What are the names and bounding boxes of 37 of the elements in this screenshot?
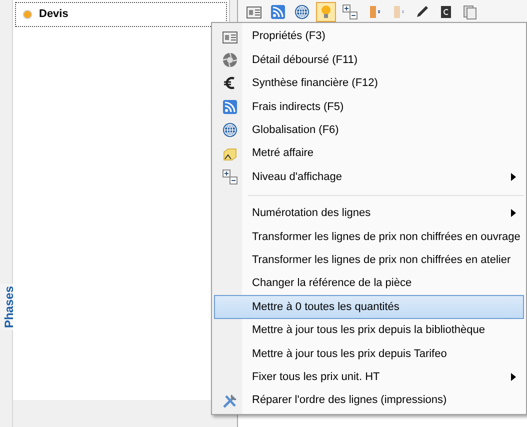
tools-icon: [222, 392, 238, 409]
expand-collapse-button[interactable]: [340, 2, 360, 22]
menu-item[interactable]: Metré affaire: [214, 142, 524, 166]
menu-item[interactable]: Détail déboursé (F11): [214, 48, 524, 72]
menu-item[interactable]: Numérotation des lignes: [214, 202, 524, 226]
menu-item[interactable]: Frais indirects (F5): [214, 95, 524, 119]
menu-item[interactable]: Transformer les lignes de prix non chiffrées en ouvrage: [214, 225, 524, 249]
menu-item[interactable]: Mettre à 0 toutes les quantités: [214, 295, 524, 319]
cube-icon: [222, 146, 238, 162]
menu-item[interactable]: Mettre à jour tous les prix depuis la bibliothèque: [214, 318, 524, 342]
globe-icon: [294, 4, 310, 20]
menu-item[interactable]: Réparer l'ordre des lignes (impressions): [214, 388, 524, 412]
menu-item[interactable]: Changer la référence de la pièce: [214, 272, 524, 296]
phases-tab[interactable]: Phases: [0, 284, 13, 330]
submenu-arrow-icon: [511, 373, 516, 381]
menu-item[interactable]: Synthèse financière (F12): [214, 72, 524, 96]
expand-collapse-icon: [222, 169, 238, 186]
menu-item[interactable]: Fixer tous les prix unit. HT: [214, 365, 524, 389]
submenu-arrow-icon: [511, 172, 516, 181]
euro-tile-icon: [438, 4, 454, 20]
globe-icon: [222, 122, 238, 138]
menu-item[interactable]: Globalisation (F6): [214, 118, 524, 142]
aperture-icon: [222, 52, 238, 68]
rss-icon: [270, 4, 286, 20]
menu-item[interactable]: Niveau d'affichage: [214, 165, 524, 189]
copy-icon: [462, 4, 478, 20]
menu-item[interactable]: Propriétés (F3): [214, 25, 524, 48]
light-bulb-button[interactable]: [316, 2, 336, 22]
status-dot-icon: [22, 8, 33, 20]
rss-icon: [222, 98, 238, 115]
id-card-icon: [246, 4, 262, 20]
pencil-icon: [414, 4, 430, 20]
expand-collapse-icon: [342, 4, 358, 20]
menu-item[interactable]: Mettre à jour tous les prix depuis Tarifeo: [214, 342, 524, 366]
id-card-icon: [222, 28, 238, 45]
menu-item[interactable]: Transformer les lignes de prix non chiffrées en atelier: [214, 248, 524, 272]
submenu-arrow-icon: [511, 209, 516, 218]
